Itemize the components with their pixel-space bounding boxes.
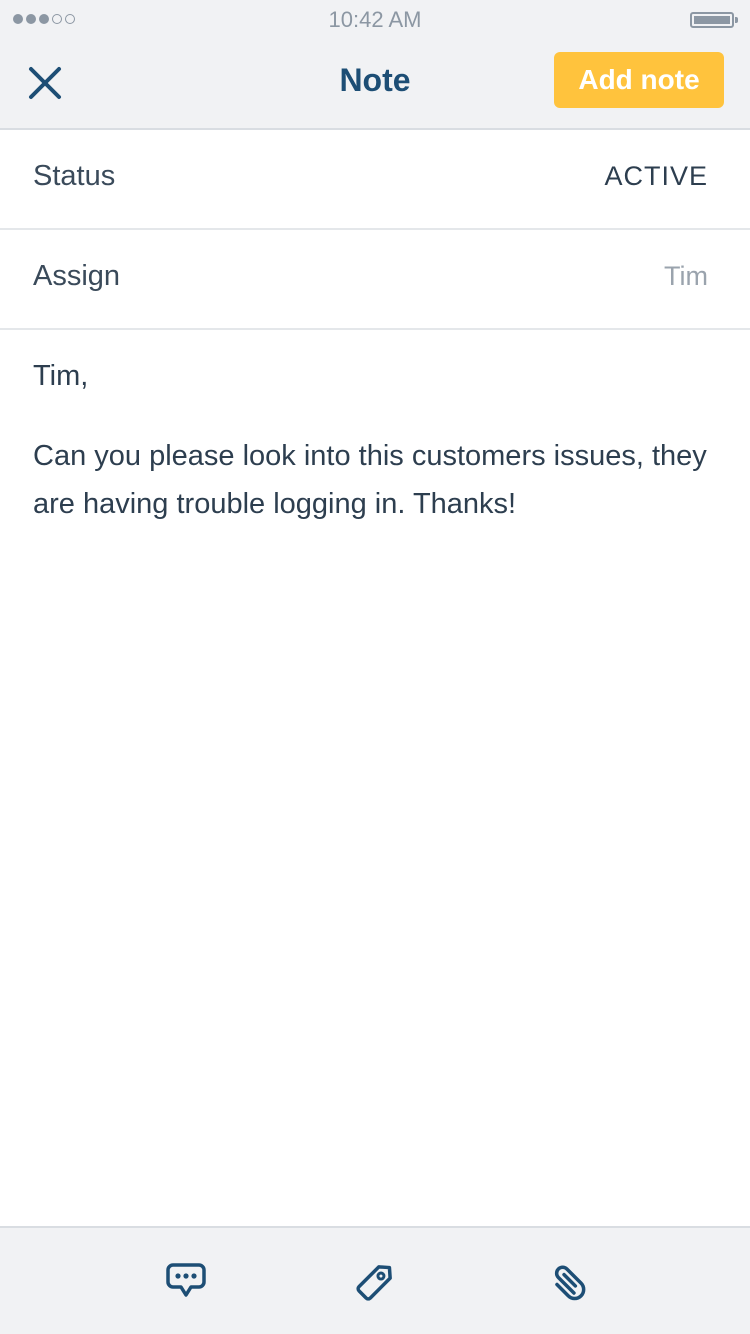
note-screen: 10:42 AM Note Add note Status ACTIVE Ass… — [0, 0, 750, 1334]
assignee-value: Tim — [664, 261, 708, 291]
status-bar: 10:42 AM — [0, 0, 750, 40]
add-note-button[interactable]: Add note — [554, 52, 724, 108]
battery-nub — [735, 17, 738, 23]
attachment-button[interactable] — [546, 1258, 592, 1304]
status-time: 10:42 AM — [328, 7, 422, 32]
bottom-toolbar — [0, 1226, 750, 1334]
status-label: Status — [33, 160, 116, 192]
note-greeting: Tim, — [33, 360, 89, 392]
note-message: Can you please look into this customers … — [33, 440, 707, 520]
status-row[interactable]: Status ACTIVE — [0, 130, 750, 230]
tag-icon — [356, 1265, 392, 1301]
comment-button[interactable] — [163, 1258, 209, 1304]
tag-button[interactable] — [353, 1258, 399, 1304]
comment-icon — [166, 1263, 206, 1297]
note-text-area[interactable]: Tim, Can you please look into this custo… — [33, 352, 723, 1212]
battery-icon — [690, 12, 738, 28]
status-value: ACTIVE — [604, 161, 708, 191]
assign-label: Assign — [33, 260, 121, 292]
battery-fill — [694, 16, 730, 24]
assign-row[interactable]: Assign Tim — [0, 230, 750, 330]
attachment-icon — [554, 1265, 586, 1301]
navigation-bar: Note Add note — [0, 40, 750, 130]
